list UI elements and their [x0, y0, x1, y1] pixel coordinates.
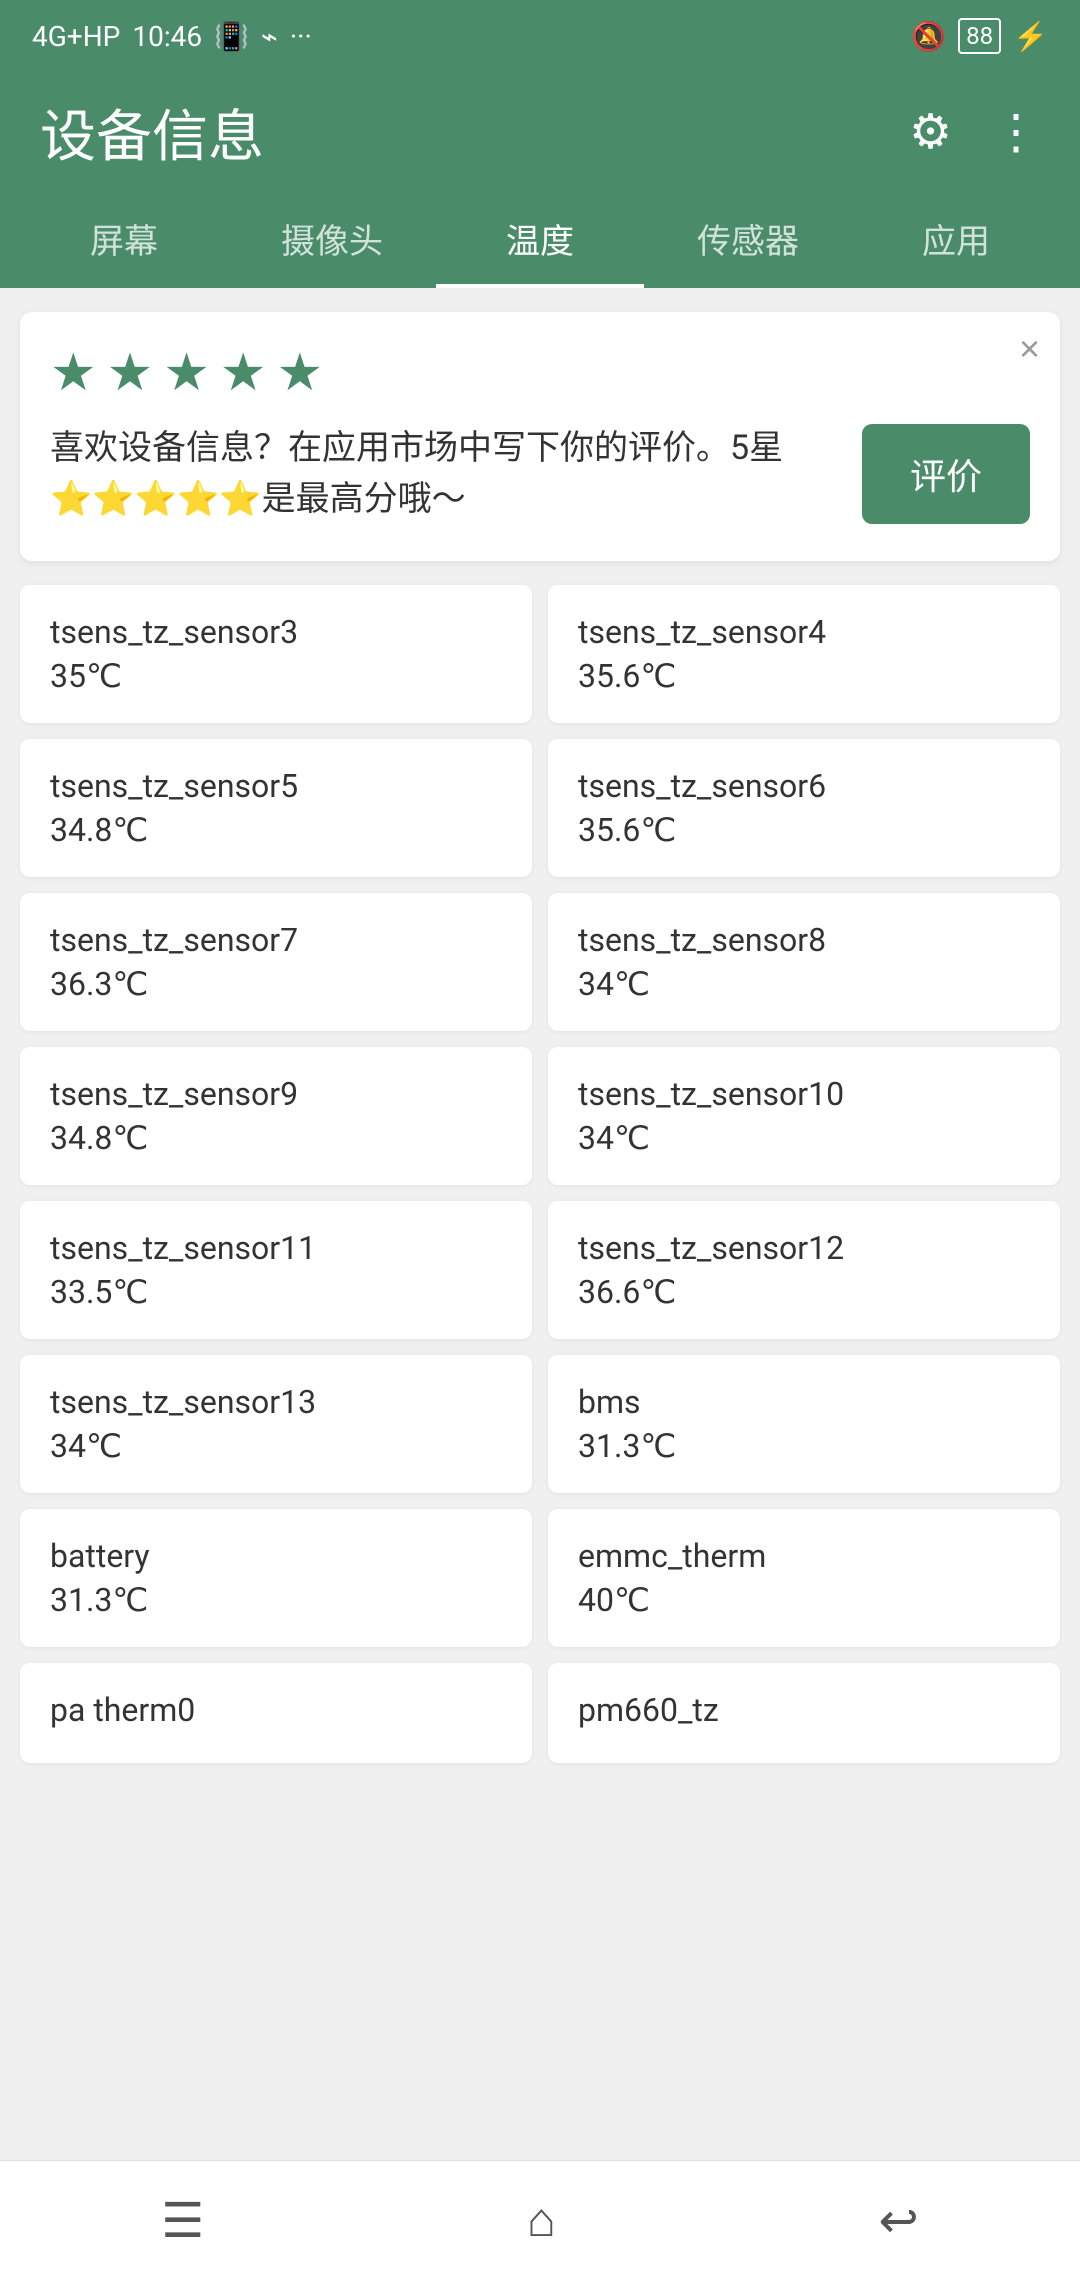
sensor-temp: 35℃: [50, 657, 502, 695]
sensor-name: tsens_tz_sensor3: [50, 613, 502, 651]
sensor-temp: 31.3℃: [578, 1427, 1030, 1465]
status-bar: 4G+HP 10:46 📳 ⌁ ··· 🔕 88 ⚡: [0, 0, 1080, 72]
home-button[interactable]: ⌂: [527, 2193, 556, 2248]
tab-bar: 屏幕 摄像头 温度 传感器 应用: [0, 192, 1080, 288]
sensor-grid: tsens_tz_sensor3 35℃ tsens_tz_sensor4 35…: [0, 585, 1080, 1763]
star-3: ★: [163, 342, 210, 403]
sensor-name: battery: [50, 1537, 502, 1575]
sensor-temp: 35.6℃: [578, 811, 1030, 849]
settings-button[interactable]: ⚙: [909, 104, 952, 160]
tab-sensor[interactable]: 传感器: [644, 192, 852, 288]
sensor-name: tsens_tz_sensor7: [50, 921, 502, 959]
screen-cast-icon: 📳: [214, 20, 249, 53]
silent-icon: 🔕: [911, 20, 946, 53]
status-time: 10:46: [132, 20, 202, 53]
sensor-name: bms: [578, 1383, 1030, 1421]
page-title: 设备信息: [40, 92, 264, 173]
rating-text: 喜欢设备信息？在应用市场中写下你的评价。5星⭐⭐⭐⭐⭐是最高分哦～: [50, 423, 838, 525]
sensor-card: emmc_therm 40℃: [548, 1509, 1060, 1647]
status-right: 🔕 88 ⚡: [911, 18, 1048, 54]
sensor-card: tsens_tz_sensor5 34.8℃: [20, 739, 532, 877]
sensor-card: tsens_tz_sensor10 34℃: [548, 1047, 1060, 1185]
top-bar: 设备信息 ⚙ ⋮: [0, 72, 1080, 192]
sensor-card: tsens_tz_sensor9 34.8℃: [20, 1047, 532, 1185]
sensor-name: tsens_tz_sensor6: [578, 767, 1030, 805]
sensor-temp: 34.8℃: [50, 811, 502, 849]
sensor-temp: 34℃: [578, 1119, 1030, 1157]
signal-icon: 4G+HP: [32, 20, 120, 53]
sensor-temp: 34℃: [578, 965, 1030, 1003]
rating-card: × ★ ★ ★ ★ ★ 喜欢设备信息？在应用市场中写下你的评价。5星⭐⭐⭐⭐⭐是…: [20, 312, 1060, 561]
sensor-name: tsens_tz_sensor13: [50, 1383, 502, 1421]
sensor-card: pa therm0: [20, 1663, 532, 1763]
sensor-name: tsens_tz_sensor8: [578, 921, 1030, 959]
sensor-card: tsens_tz_sensor7 36.3℃: [20, 893, 532, 1031]
bottom-nav: ☰ ⌂ ↩: [0, 2160, 1080, 2280]
star-5: ★: [277, 342, 324, 403]
tab-screen[interactable]: 屏幕: [20, 192, 228, 288]
sensor-temp: 34.8℃: [50, 1119, 502, 1157]
sensor-temp: 35.6℃: [578, 657, 1030, 695]
sensor-temp: 40℃: [578, 1581, 1030, 1619]
sensor-name: tsens_tz_sensor5: [50, 767, 502, 805]
battery-indicator: 88: [958, 18, 1001, 54]
sensor-card: tsens_tz_sensor13 34℃: [20, 1355, 532, 1493]
sensor-card: pm660_tz: [548, 1663, 1060, 1763]
star-1: ★: [50, 342, 97, 403]
sensor-temp: 34℃: [50, 1427, 502, 1465]
rating-content: 喜欢设备信息？在应用市场中写下你的评价。5星⭐⭐⭐⭐⭐是最高分哦～ 评价: [50, 423, 1030, 525]
sensor-name: pa therm0: [50, 1691, 502, 1729]
sensor-name: tsens_tz_sensor4: [578, 613, 1030, 651]
charging-icon: ⚡: [1013, 20, 1048, 53]
sensor-card: tsens_tz_sensor6 35.6℃: [548, 739, 1060, 877]
sensor-temp: 36.3℃: [50, 965, 502, 1003]
star-4: ★: [220, 342, 267, 403]
status-left: 4G+HP 10:46 📳 ⌁ ···: [32, 20, 312, 53]
sensor-name: tsens_tz_sensor12: [578, 1229, 1030, 1267]
star-2: ★: [107, 342, 154, 403]
sensor-temp: 31.3℃: [50, 1581, 502, 1619]
sensor-name: tsens_tz_sensor10: [578, 1075, 1030, 1113]
top-bar-actions: ⚙ ⋮: [909, 104, 1040, 160]
sensor-name: tsens_tz_sensor11: [50, 1229, 502, 1267]
sensor-card: bms 31.3℃: [548, 1355, 1060, 1493]
tab-app[interactable]: 应用: [852, 192, 1060, 288]
star-rating: ★ ★ ★ ★ ★: [50, 342, 1030, 403]
sensor-card: battery 31.3℃: [20, 1509, 532, 1647]
tab-camera[interactable]: 摄像头: [228, 192, 436, 288]
tab-temperature[interactable]: 温度: [436, 192, 644, 288]
sensor-name: pm660_tz: [578, 1691, 1030, 1729]
sensor-card: tsens_tz_sensor4 35.6℃: [548, 585, 1060, 723]
more-icons: ···: [290, 20, 312, 53]
rating-button[interactable]: 评价: [862, 424, 1030, 524]
sensor-card: tsens_tz_sensor3 35℃: [20, 585, 532, 723]
sensor-card: tsens_tz_sensor8 34℃: [548, 893, 1060, 1031]
more-options-button[interactable]: ⋮: [992, 104, 1040, 160]
usb-icon: ⌁: [261, 20, 278, 53]
sensor-name: emmc_therm: [578, 1537, 1030, 1575]
sensor-temp: 36.6℃: [578, 1273, 1030, 1311]
content-area: × ★ ★ ★ ★ ★ 喜欢设备信息？在应用市场中写下你的评价。5星⭐⭐⭐⭐⭐是…: [0, 312, 1080, 1903]
rating-close-button[interactable]: ×: [1019, 328, 1040, 370]
sensor-card: tsens_tz_sensor12 36.6℃: [548, 1201, 1060, 1339]
back-button[interactable]: ↩: [878, 2193, 918, 2249]
sensor-card: tsens_tz_sensor11 33.5℃: [20, 1201, 532, 1339]
sensor-temp: 33.5℃: [50, 1273, 502, 1311]
menu-button[interactable]: ☰: [161, 2193, 204, 2249]
sensor-name: tsens_tz_sensor9: [50, 1075, 502, 1113]
